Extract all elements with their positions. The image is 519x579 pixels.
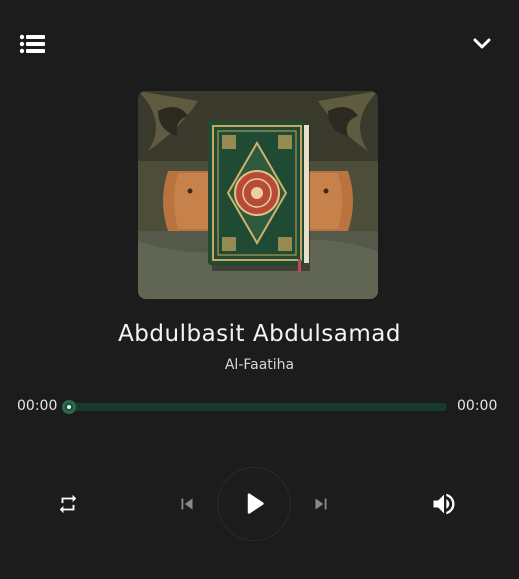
skip-previous-icon <box>181 498 193 510</box>
surah-name: Al-Faatiha <box>224 357 295 373</box>
audio-player: Abdulbasit Abdulsamad Al-Faatiha 00:00 0… <box>0 0 519 579</box>
collapse-player-button[interactable] <box>468 30 496 58</box>
quran-cover-art <box>138 91 378 299</box>
list-icon <box>19 34 45 54</box>
repeat-icon <box>59 494 77 514</box>
volume-button[interactable] <box>428 488 460 520</box>
play-icon <box>247 493 264 514</box>
progress-bar[interactable] <box>62 400 447 414</box>
current-time: 00:00 <box>17 398 58 414</box>
album-cover <box>138 91 378 299</box>
play-button[interactable] <box>217 467 291 541</box>
total-time: 00:00 <box>457 398 498 414</box>
reciter-name: Abdulbasit Abdulsamad <box>118 321 401 347</box>
playlist-button[interactable] <box>18 30 48 58</box>
skip-next-icon <box>315 498 327 510</box>
chevron-down-icon <box>473 38 491 49</box>
volume-up-icon <box>433 493 455 515</box>
next-button[interactable] <box>308 490 334 518</box>
progress-thumb[interactable] <box>62 400 76 414</box>
previous-button[interactable] <box>174 490 200 518</box>
repeat-button[interactable] <box>54 490 82 518</box>
